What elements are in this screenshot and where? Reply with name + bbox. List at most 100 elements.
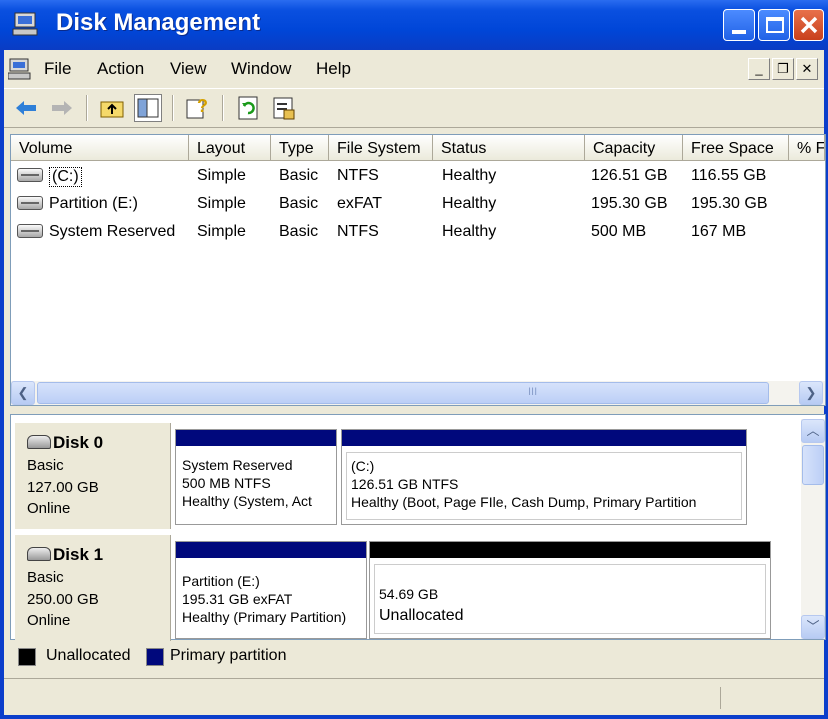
partition-e[interactable]: Partition (E:) 195.31 GB exFAT Healthy (… (175, 541, 367, 639)
show-hide-tree-button[interactable] (134, 94, 162, 122)
maximize-button[interactable] (758, 9, 790, 41)
close-button[interactable] (793, 9, 824, 41)
forward-arrow-icon[interactable] (48, 94, 76, 122)
column-header-percent-free[interactable]: % F (789, 135, 825, 161)
partition-c[interactable]: (C:) 126.51 GB NTFS Healthy (Boot, Page … (341, 429, 747, 525)
title-bar[interactable]: Disk Management (0, 0, 828, 50)
console-icon (8, 58, 31, 80)
partition-status: Unallocated (379, 607, 464, 624)
close-icon: ✕ (801, 61, 813, 76)
partition-size: 500 MB NTFS (182, 475, 271, 491)
scroll-down-button[interactable]: ﹀ (801, 615, 825, 639)
drive-icon (17, 168, 43, 182)
volume-capacity: 126.51 GB (591, 167, 668, 184)
chevron-right-icon: ❯ (805, 385, 817, 400)
chevron-up-icon: ︿ (806, 423, 820, 438)
toolbar: ? (4, 88, 824, 128)
horizontal-scrollbar[interactable]: ❮ III ❯ (11, 381, 825, 405)
volume-free-space: 195.30 GB (691, 195, 768, 212)
scroll-right-button[interactable]: ❯ (799, 381, 823, 405)
scroll-left-button[interactable]: ❮ (11, 381, 35, 405)
svg-text:?: ? (197, 96, 208, 116)
scroll-up-button[interactable]: ︿ (801, 419, 825, 443)
disk-1-label[interactable]: Disk 1 Basic 250.00 GB Online (15, 535, 171, 641)
toolbar-separator (86, 95, 88, 121)
volume-list: Volume Layout Type File System Status Ca… (10, 134, 826, 406)
volume-status: Healthy (442, 195, 497, 212)
minimize-icon (732, 30, 746, 34)
column-header-volume[interactable]: Volume (11, 135, 189, 161)
up-folder-icon[interactable] (98, 94, 126, 122)
disk-size: 250.00 GB (27, 591, 99, 608)
vertical-scrollbar[interactable]: ︿ ﹀ (801, 419, 825, 639)
partition-name: System Reserved (182, 457, 293, 473)
partition-system-reserved[interactable]: System Reserved 500 MB NTFS Healthy (Sys… (175, 429, 337, 525)
volume-type: Basic (279, 195, 319, 212)
partition-color-bar (176, 430, 336, 446)
partition-color-bar (342, 430, 746, 446)
legend-label-unallocated: Unallocated (46, 647, 131, 664)
volume-type: Basic (279, 167, 319, 184)
volume-name: Partition (E:) (49, 195, 138, 212)
hard-disk-icon (27, 435, 51, 449)
minimize-button[interactable] (723, 9, 755, 41)
computer-icon (12, 12, 38, 36)
column-header-status[interactable]: Status (433, 135, 585, 161)
disk-management-window: Disk Management File Action View Window … (0, 0, 828, 719)
column-header-file-system[interactable]: File System (329, 135, 433, 161)
disk-graphical-view: Disk 0 Basic 127.00 GB Online System Res… (10, 414, 826, 641)
volume-free-space: 167 MB (691, 223, 747, 240)
column-header-type[interactable]: Type (271, 135, 329, 161)
legend-swatch-primary (146, 648, 164, 666)
legend-label-primary: Primary partition (170, 647, 287, 664)
vertical-scroll-thumb[interactable] (802, 445, 824, 485)
volume-layout: Simple (197, 195, 246, 212)
disk-state: Online (27, 612, 71, 629)
column-header-capacity[interactable]: Capacity (585, 135, 683, 161)
child-close-button[interactable]: ✕ (796, 58, 818, 80)
column-header-layout[interactable]: Layout (189, 135, 271, 161)
volume-file-system: NTFS (337, 167, 379, 184)
column-header-free-space[interactable]: Free Space (683, 135, 789, 161)
chevron-left-icon: ❮ (17, 385, 29, 400)
close-icon (800, 16, 818, 34)
volume-capacity: 500 MB (591, 223, 647, 240)
partition-color-bar (370, 542, 770, 558)
volume-layout: Simple (197, 167, 246, 184)
properties-icon[interactable] (270, 94, 298, 122)
back-arrow-icon[interactable] (12, 94, 40, 122)
grip-marker: III (528, 386, 538, 398)
disk-0-label[interactable]: Disk 0 Basic 127.00 GB Online (15, 423, 171, 529)
refresh-icon[interactable] (234, 94, 262, 122)
help-icon[interactable]: ? (184, 94, 212, 122)
partition-status: Healthy (System, Act (182, 493, 312, 509)
drive-icon (17, 196, 43, 210)
disk-type: Basic (27, 569, 64, 586)
partition-name: (C:) (351, 458, 375, 474)
volume-row[interactable]: (C:) Simple Basic NTFS Healthy 126.51 GB… (11, 163, 825, 191)
show-hide-tree-icon (137, 98, 159, 118)
menu-action[interactable]: Action (97, 59, 144, 79)
partition-size: 195.31 GB exFAT (182, 591, 293, 607)
partition-color-bar (176, 542, 366, 558)
menu-view[interactable]: View (170, 59, 207, 79)
volume-row[interactable]: System Reserved Simple Basic NTFS Health… (11, 219, 825, 247)
volume-capacity: 195.30 GB (591, 195, 668, 212)
partition-unallocated[interactable]: 54.69 GB Unallocated (369, 541, 771, 639)
disk-type: Basic (27, 457, 64, 474)
legend-swatch-unallocated (18, 648, 36, 666)
menu-help[interactable]: Help (316, 59, 351, 79)
status-bar (4, 678, 824, 712)
disk-size: 127.00 GB (27, 479, 99, 496)
partition-status: Healthy (Boot, Page FIle, Cash Dump, Pri… (351, 494, 697, 510)
volume-row[interactable]: Partition (E:) Simple Basic exFAT Health… (11, 191, 825, 219)
child-restore-button[interactable]: ❐ (772, 58, 794, 80)
menu-file[interactable]: File (44, 59, 71, 79)
maximize-icon (766, 17, 784, 33)
toolbar-separator (172, 95, 174, 121)
hard-disk-icon (27, 547, 51, 561)
child-minimize-button[interactable]: _ (748, 58, 770, 80)
toolbar-separator (222, 95, 224, 121)
horizontal-scroll-thumb[interactable]: III (37, 382, 769, 404)
menu-window[interactable]: Window (231, 59, 291, 79)
